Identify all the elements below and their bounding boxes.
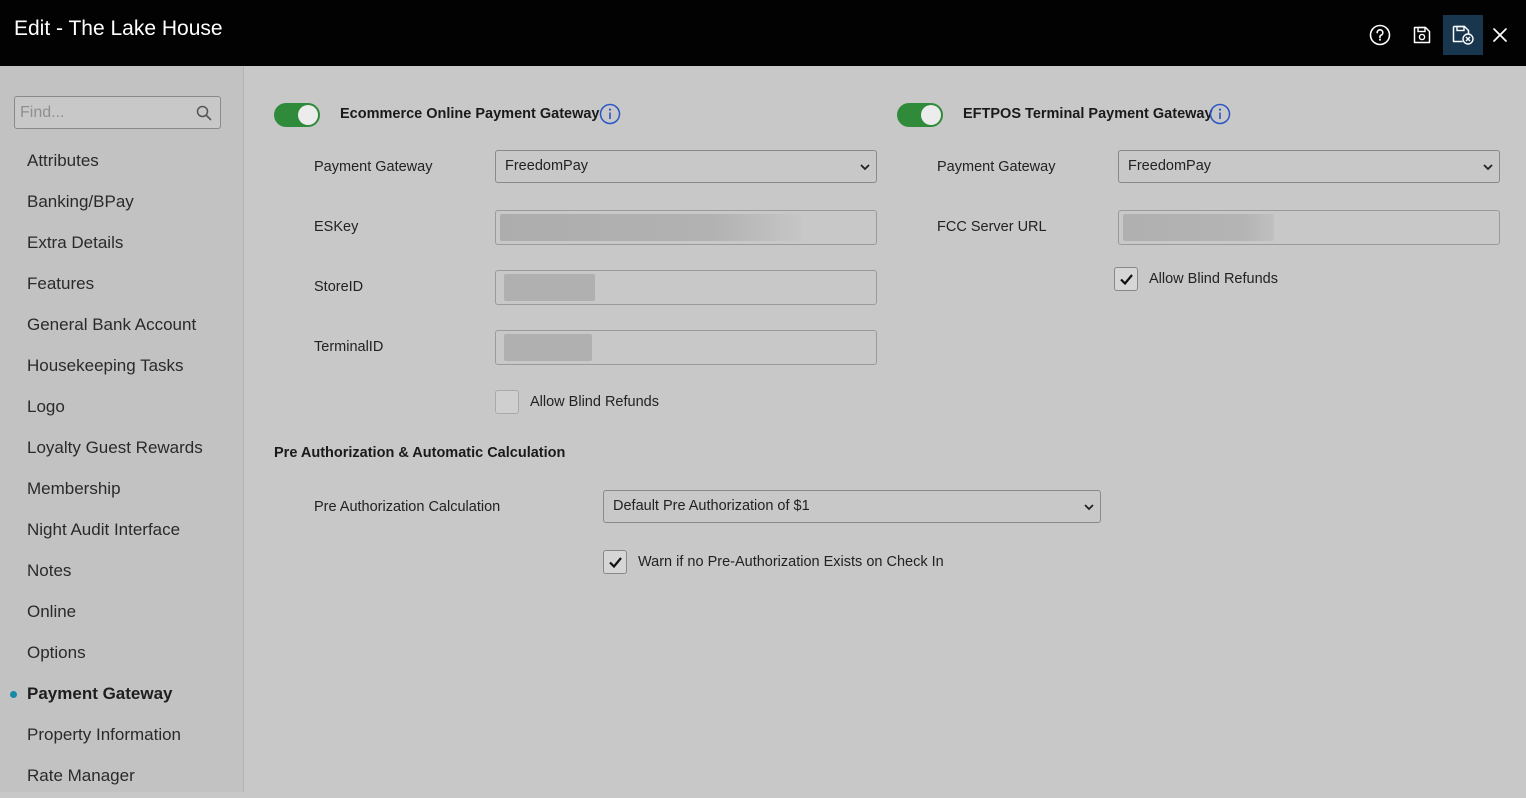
eftpos-gateway-select[interactable]: FreedomPay — [1118, 150, 1500, 183]
eftpos-gateway-value: FreedomPay — [1128, 158, 1212, 174]
sidebar-item-housekeeping-tasks[interactable]: Housekeeping Tasks — [0, 347, 243, 388]
sidebar-item-online[interactable]: Online — [0, 593, 243, 634]
checkmark-icon — [609, 557, 622, 569]
checkmark-icon — [1120, 274, 1133, 286]
sidebar-item-label: General Bank Account — [27, 315, 197, 334]
ecommerce-blind-refunds-checkbox[interactable] — [495, 390, 519, 414]
sidebar-item-label: Online — [27, 602, 77, 621]
sidebar-item-label: Options — [27, 643, 86, 662]
sidebar-item-label: Notes — [27, 561, 72, 580]
title-bar: Edit - The Lake House — [0, 0, 1526, 66]
sidebar-item-label: Payment Gateway — [27, 684, 173, 703]
sidebar-item-options[interactable]: Options — [0, 634, 243, 675]
ecommerce-blind-refunds-label: Allow Blind Refunds — [530, 394, 659, 410]
sidebar-item-notes[interactable]: Notes — [0, 552, 243, 593]
sidebar-item-label: Banking/BPay — [27, 192, 134, 211]
sidebar-item-loyalty-guest-rewards[interactable]: Loyalty Guest Rewards — [0, 429, 243, 470]
chevron-down-icon — [1483, 164, 1493, 171]
eftpos-toggle[interactable] — [897, 103, 943, 127]
chevron-down-icon — [1084, 504, 1094, 511]
preauth-calc-value: Default Pre Authorization of $1 — [613, 498, 810, 514]
ecommerce-gateway-value: FreedomPay — [505, 158, 589, 174]
info-icon[interactable] — [599, 103, 621, 125]
preauth-calc-label: Pre Authorization Calculation — [314, 499, 501, 515]
sidebar-item-membership[interactable]: Membership — [0, 470, 243, 511]
sidebar-item-label: Loyalty Guest Rewards — [27, 438, 203, 457]
sidebar-item-label: Property Information — [27, 725, 182, 744]
fcc-server-url-field[interactable] — [1118, 210, 1500, 245]
chevron-down-icon — [860, 164, 870, 171]
help-button[interactable] — [1360, 15, 1400, 55]
window-title: Edit - The Lake House — [14, 17, 223, 40]
redacted-value — [1123, 214, 1274, 241]
sidebar-item-payment-gateway[interactable]: Payment Gateway — [0, 675, 243, 716]
sidebar-item-label: Membership — [27, 479, 121, 498]
ecommerce-gateway-label: Payment Gateway — [314, 159, 433, 175]
terminalid-field[interactable] — [495, 330, 877, 365]
storeid-field[interactable] — [495, 270, 877, 305]
sidebar-item-attributes[interactable]: Attributes — [0, 142, 243, 183]
sidebar-nav: Attributes Banking/BPay Extra Details Featu… — [0, 142, 243, 798]
search-box — [14, 96, 221, 129]
search-input[interactable] — [20, 97, 190, 128]
eftpos-blind-refunds-label: Allow Blind Refunds — [1149, 271, 1278, 287]
preauth-warn-label: Warn if no Pre-Authorization Exists on C… — [638, 554, 944, 570]
ecommerce-title: Ecommerce Online Payment Gateway — [340, 106, 600, 122]
sidebar-item-night-audit-interface[interactable]: Night Audit Interface — [0, 511, 243, 552]
preauth-title: Pre Authorization & Automatic Calculatio… — [274, 445, 566, 461]
sidebar-item-property-information[interactable]: Property Information — [0, 716, 243, 757]
sidebar-item-general-bank-account[interactable]: General Bank Account — [0, 306, 243, 347]
close-button[interactable] — [1480, 15, 1520, 55]
save-close-button[interactable] — [1443, 15, 1483, 55]
sidebar-item-label: Extra Details — [27, 233, 124, 252]
save-icon — [1413, 26, 1431, 44]
sidebar-item-banking-bpay[interactable]: Banking/BPay — [0, 183, 243, 224]
sidebar-item-extra-details[interactable]: Extra Details — [0, 224, 243, 265]
eftpos-title: EFTPOS Terminal Payment Gateway — [963, 106, 1213, 122]
save-button[interactable] — [1402, 15, 1442, 55]
eskey-label: ESKey — [314, 219, 359, 235]
terminalid-label: TerminalID — [314, 339, 384, 355]
close-icon — [1493, 28, 1507, 42]
eftpos-gateway-label: Payment Gateway — [937, 159, 1056, 175]
redacted-value — [504, 334, 592, 361]
eskey-field[interactable] — [495, 210, 877, 245]
redacted-value — [504, 274, 595, 301]
info-icon[interactable] — [1209, 103, 1231, 125]
sidebar-item-logo[interactable]: Logo — [0, 388, 243, 429]
fcc-server-url-label: FCC Server URL — [937, 219, 1047, 235]
redacted-value — [500, 214, 802, 241]
ecommerce-toggle[interactable] — [274, 103, 320, 127]
sidebar: Attributes Banking/BPay Extra Details Featu… — [0, 66, 244, 792]
sidebar-item-label: Rate Manager — [27, 766, 135, 785]
search-icon[interactable] — [196, 105, 212, 121]
sidebar-item-label: Night Audit Interface — [27, 520, 181, 539]
help-icon — [1369, 24, 1391, 46]
eftpos-blind-refunds-checkbox[interactable] — [1114, 267, 1138, 291]
sidebar-item-label: Attributes — [27, 151, 99, 170]
main-panel: Ecommerce Online Payment Gateway Payment… — [244, 66, 1526, 792]
preauth-calc-select[interactable]: Default Pre Authorization of $1 — [603, 490, 1101, 523]
preauth-warn-checkbox[interactable] — [603, 550, 627, 574]
sidebar-item-label: Housekeeping Tasks — [27, 356, 184, 375]
sidebar-item-features[interactable]: Features — [0, 265, 243, 306]
storeid-label: StoreID — [314, 279, 364, 295]
ecommerce-gateway-select[interactable]: FreedomPay — [495, 150, 877, 183]
save-close-icon — [1452, 25, 1474, 45]
active-indicator — [10, 691, 17, 698]
sidebar-item-label: Features — [27, 274, 95, 293]
sidebar-item-label: Logo — [27, 397, 65, 416]
